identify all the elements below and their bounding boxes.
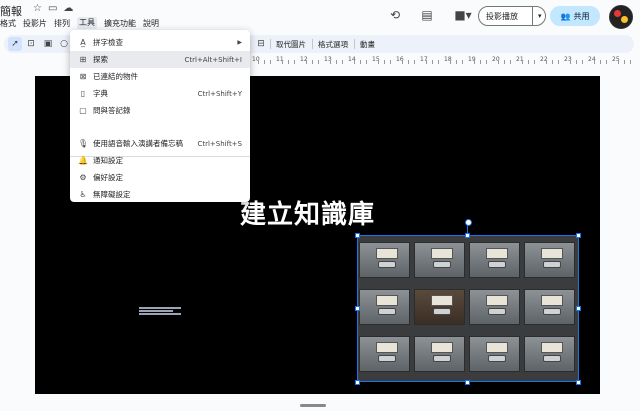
preferences-icon: ⚙ (79, 173, 87, 182)
crop-icon[interactable]: ⊟ (254, 37, 268, 51)
menu-slide[interactable]: 投影片 (23, 18, 47, 29)
format-options-button[interactable]: 格式選項 (318, 39, 348, 50)
linked-objects-icon: ⊠ (79, 72, 87, 81)
submenu-arrow-icon: ▶ (237, 39, 242, 46)
menu-item-shortcut: Ctrl+Shift+S (197, 139, 242, 148)
horizontal-ruler: 10 11 12 13 14 15 16 17 18 19 20 21 22 23 24 25 (252, 54, 640, 64)
menu-format[interactable]: 格式 (0, 18, 16, 29)
menu-item-label: 偏好設定 (93, 173, 123, 182)
slide-title[interactable]: 建立知識庫 (240, 194, 375, 231)
resize-handle-se[interactable] (576, 380, 581, 385)
resize-handle-ne[interactable] (576, 233, 581, 238)
rotate-handle[interactable] (465, 219, 472, 226)
animation-button[interactable]: 動畫 (360, 39, 375, 50)
image-icon[interactable]: ▣ (41, 37, 55, 51)
qa-history-icon: ▢ (79, 106, 87, 115)
bell-icon: 🔔 (78, 156, 88, 165)
explore-icon: ⊞ (79, 55, 87, 64)
menu-item-label: 無障礙設定 (93, 190, 131, 199)
menu-item-label: 通知設定 (93, 156, 123, 165)
replace-image-button[interactable]: 取代圖片 (276, 39, 306, 50)
horizontal-scrollbar[interactable] (300, 404, 326, 407)
menu-extensions[interactable]: 擴充功能 (104, 18, 136, 29)
share-label: 共用 (573, 11, 590, 21)
menu-bar: 格式 投影片 排列 工具 擴充功能 說明 (0, 17, 166, 29)
star-icon[interactable]: ☆ (33, 3, 42, 14)
image-selection-border (357, 235, 579, 382)
menu-item-shortcut: Ctrl+Shift+Y (197, 89, 242, 98)
comments-icon[interactable]: ▤ (418, 6, 436, 24)
menu-item[interactable]: 🎙 使用語音輸入演講者備忘稿 Ctrl+Shift+S (70, 135, 250, 152)
title-icons: ☆ ▭ ☁ (33, 3, 73, 14)
menu-help[interactable]: 說明 (143, 18, 159, 29)
menu-item[interactable]: ♿ 無障礙設定 (70, 186, 250, 203)
menu-item-label: 字典 (93, 89, 108, 98)
resize-handle-s[interactable] (465, 380, 470, 385)
menu-item[interactable]: ⚙ 偏好設定 (70, 169, 250, 186)
menu-item[interactable]: A̲ 拼字檢查 ▶ (70, 34, 250, 51)
tools-menu-dropdown: A̲ 拼字檢查 ▶ ⊞ 探索 Ctrl+Alt+Shift+I ⊠ 已連結的物件 ▯ 字典 Ctrl… (70, 30, 250, 202)
resize-handle-sw[interactable] (355, 380, 360, 385)
menu-item-label: 問與答記錄 (93, 106, 131, 115)
menu-item[interactable]: ⊠ 已連結的物件 (70, 68, 250, 85)
chevron-down-icon[interactable]: ▾ (533, 12, 542, 20)
menu-item-label: 使用語音輸入演講者備忘稿 (93, 139, 183, 148)
resize-handle-n[interactable] (465, 233, 470, 238)
share-button[interactable]: 👥 共用 (550, 6, 600, 26)
resize-handle-nw[interactable] (355, 233, 360, 238)
resize-handle-w[interactable] (355, 306, 360, 311)
menu-item[interactable]: ⊞ 探索 Ctrl+Alt+Shift+I (70, 51, 250, 68)
history-icon[interactable]: ⟲ (386, 6, 404, 24)
menu-item[interactable]: ▢ 問與答記錄 (70, 102, 250, 119)
slideshow-button[interactable]: 投影播放 ▾ (478, 6, 546, 26)
accessibility-icon: ♿ (79, 190, 87, 199)
menu-item-shortcut: Ctrl+Alt+Shift+I (184, 55, 242, 64)
dictionary-icon: ▯ (80, 89, 86, 98)
document-title[interactable]: 簡報 (0, 3, 22, 19)
menu-item-label: 拼字檢查 (93, 38, 123, 47)
menu-item[interactable]: ▯ 字典 Ctrl+Shift+Y (70, 85, 250, 102)
move-folder-icon[interactable]: ▭ (48, 3, 57, 14)
menu-item-label: 已連結的物件 (93, 72, 138, 81)
resize-handle-e[interactable] (576, 306, 581, 311)
menu-item[interactable]: 🔔 通知設定 (70, 152, 250, 169)
menu-tools[interactable]: 工具 (77, 17, 97, 29)
top-bar: 簡報 ☆ ▭ ☁ 格式 投影片 排列 工具 擴充功能 說明 ⟲ ▤ ■▾ 投影播… (0, 0, 640, 34)
text-box-icon[interactable]: ⊡ (24, 37, 38, 51)
shape-icon[interactable]: ○ (57, 37, 71, 51)
cloud-status-icon[interactable]: ☁ (63, 3, 73, 14)
people-icon: 👥 (560, 11, 571, 21)
microphone-icon: 🎙 (78, 139, 89, 148)
select-cursor-icon[interactable]: ➚ (8, 37, 22, 51)
spellcheck-icon: A̲ (80, 38, 86, 47)
slide-small-text-box[interactable] (139, 307, 181, 317)
avatar[interactable] (609, 5, 633, 29)
menu-arrange[interactable]: 排列 (54, 18, 70, 29)
slideshow-label: 投影播放 (486, 11, 518, 21)
menu-item-label: 探索 (93, 55, 108, 64)
meet-icon[interactable]: ■▾ (450, 6, 476, 24)
